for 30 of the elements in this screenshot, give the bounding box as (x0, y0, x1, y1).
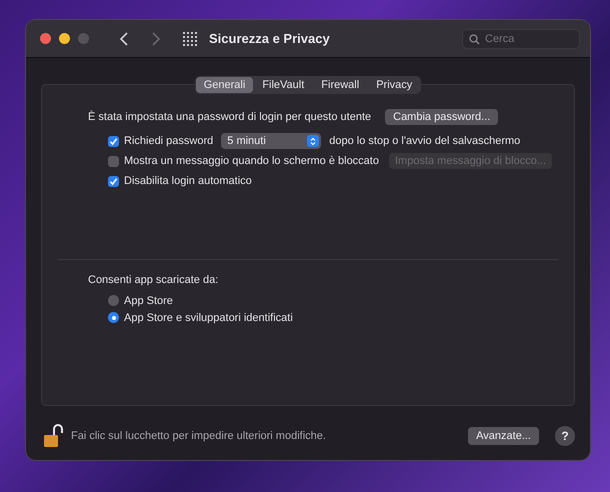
radio-label: App Store (124, 294, 173, 306)
tab[interactable]: Generali (196, 77, 254, 93)
section-title: Consenti app scaricate da: (88, 274, 218, 286)
stepper-icon (307, 135, 320, 147)
search-icon (469, 34, 480, 44)
minimize-button[interactable] (59, 33, 70, 44)
radio-button[interactable] (108, 312, 119, 323)
padlock-icon[interactable] (43, 424, 63, 448)
option-label: Mostra un messaggio quando lo schermo è bloccato (124, 155, 379, 167)
window-title: Sicurezza e Privacy (209, 31, 330, 46)
close-button[interactable] (40, 33, 51, 44)
option-label: Disabilita login automatico (124, 175, 252, 187)
delay-select[interactable]: 5 minuti (221, 133, 322, 149)
search-field[interactable]: Cerca (462, 28, 580, 48)
option-suffix: dopo lo stop o l'avvio del salvaschermo (329, 135, 520, 147)
tab[interactable]: FileVault (254, 77, 312, 93)
checkbox[interactable] (108, 136, 119, 146)
tab[interactable]: Privacy (368, 77, 420, 93)
help-button[interactable]: ? (555, 426, 575, 446)
option-label: Richiedi password (124, 135, 214, 147)
radio-label: App Store e sviluppatori identificati (124, 312, 293, 324)
checkbox[interactable] (108, 176, 119, 186)
back-icon[interactable] (119, 32, 129, 46)
lock-hint-text: Fai clic sul lucchetto per impedire ulteriori modifiche. (71, 430, 326, 442)
password-status-text: È stata impostata una password di login per questo utente (88, 111, 372, 123)
tab[interactable]: Firewall (313, 77, 368, 93)
advanced-button[interactable]: Avanzate... (468, 427, 539, 445)
grid-icon[interactable] (183, 32, 197, 46)
change-password-button[interactable]: Cambia password... (385, 109, 498, 125)
radio-button[interactable] (108, 295, 119, 306)
